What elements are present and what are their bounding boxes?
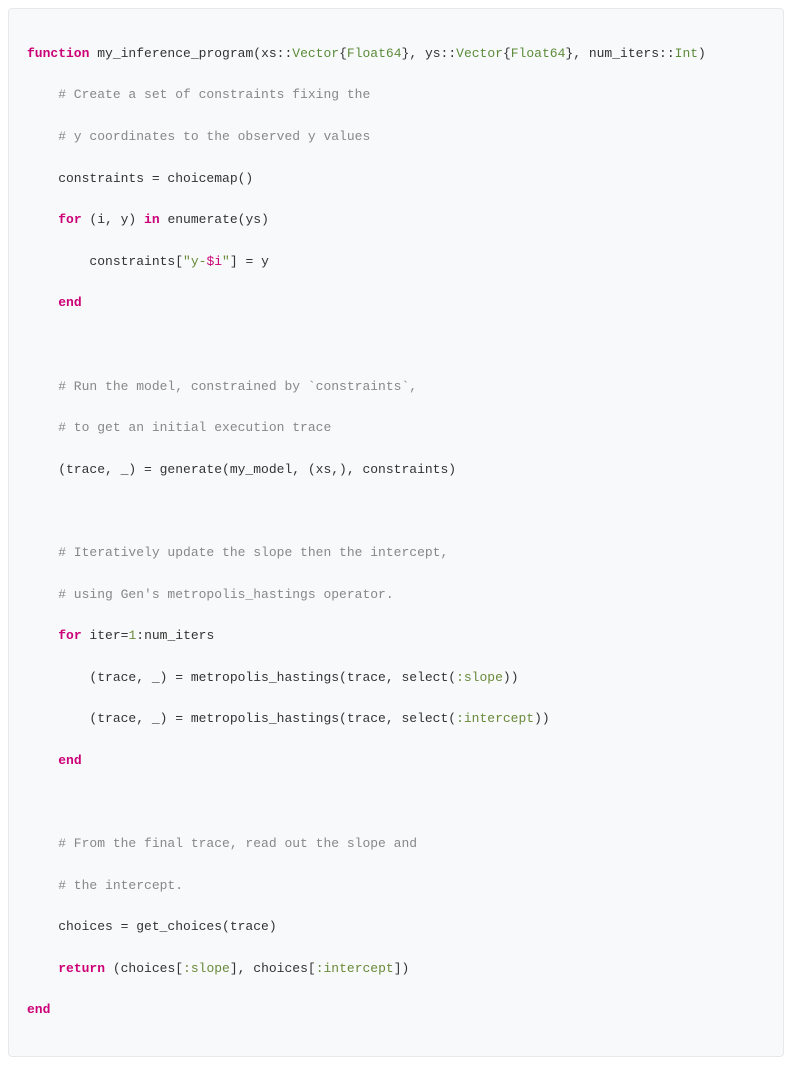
code-line-for: for iter=1:num_iters [27, 626, 765, 647]
code-line-end: end [27, 751, 765, 772]
string-interpolation: $i [206, 254, 222, 269]
keyword-end: end [27, 1002, 50, 1017]
code-line-1: function my_inference_program(xs::Vector… [27, 44, 765, 65]
comment-line: # the intercept. [27, 876, 765, 897]
comment-line: # using Gen's metropolis_hastings operat… [27, 585, 765, 606]
keyword-in: in [144, 212, 160, 227]
keyword-end: end [58, 753, 81, 768]
code-line-end: end [27, 293, 765, 314]
code-line: constraints = choicemap() [27, 169, 765, 190]
keyword-function: function [27, 46, 89, 61]
code-line-return: return (choices[:slope], choices[:interc… [27, 959, 765, 980]
code-line-end: end [27, 1000, 765, 1021]
keyword-for: for [58, 212, 81, 227]
keyword-end: end [58, 295, 81, 310]
code-line: constraints["y-$i"] = y [27, 252, 765, 273]
code-line: (trace, _) = metropolis_hastings(trace, … [27, 709, 765, 730]
blank-line [27, 335, 765, 356]
comment-line: # From the final trace, read out the slo… [27, 834, 765, 855]
comment-line: # to get an initial execution trace [27, 418, 765, 439]
comment-line: # Run the model, constrained by `constra… [27, 377, 765, 398]
symbol-intercept: :intercept [456, 711, 534, 726]
comment-line: # Iteratively update the slope then the … [27, 543, 765, 564]
function-name: my_inference_program [89, 46, 253, 61]
code-line: choices = get_choices(trace) [27, 917, 765, 938]
keyword-return: return [58, 961, 105, 976]
comment-line: # Create a set of constraints fixing the [27, 85, 765, 106]
comment-line: # y coordinates to the observed y values [27, 127, 765, 148]
code-line: (trace, _) = generate(my_model, (xs,), c… [27, 460, 765, 481]
blank-line [27, 501, 765, 522]
keyword-for: for [58, 628, 81, 643]
symbol-slope: :slope [456, 670, 503, 685]
code-block: function my_inference_program(xs::Vector… [8, 8, 784, 1057]
blank-line [27, 792, 765, 813]
code-line: (trace, _) = metropolis_hastings(trace, … [27, 668, 765, 689]
code-line-for: for (i, y) in enumerate(ys) [27, 210, 765, 231]
